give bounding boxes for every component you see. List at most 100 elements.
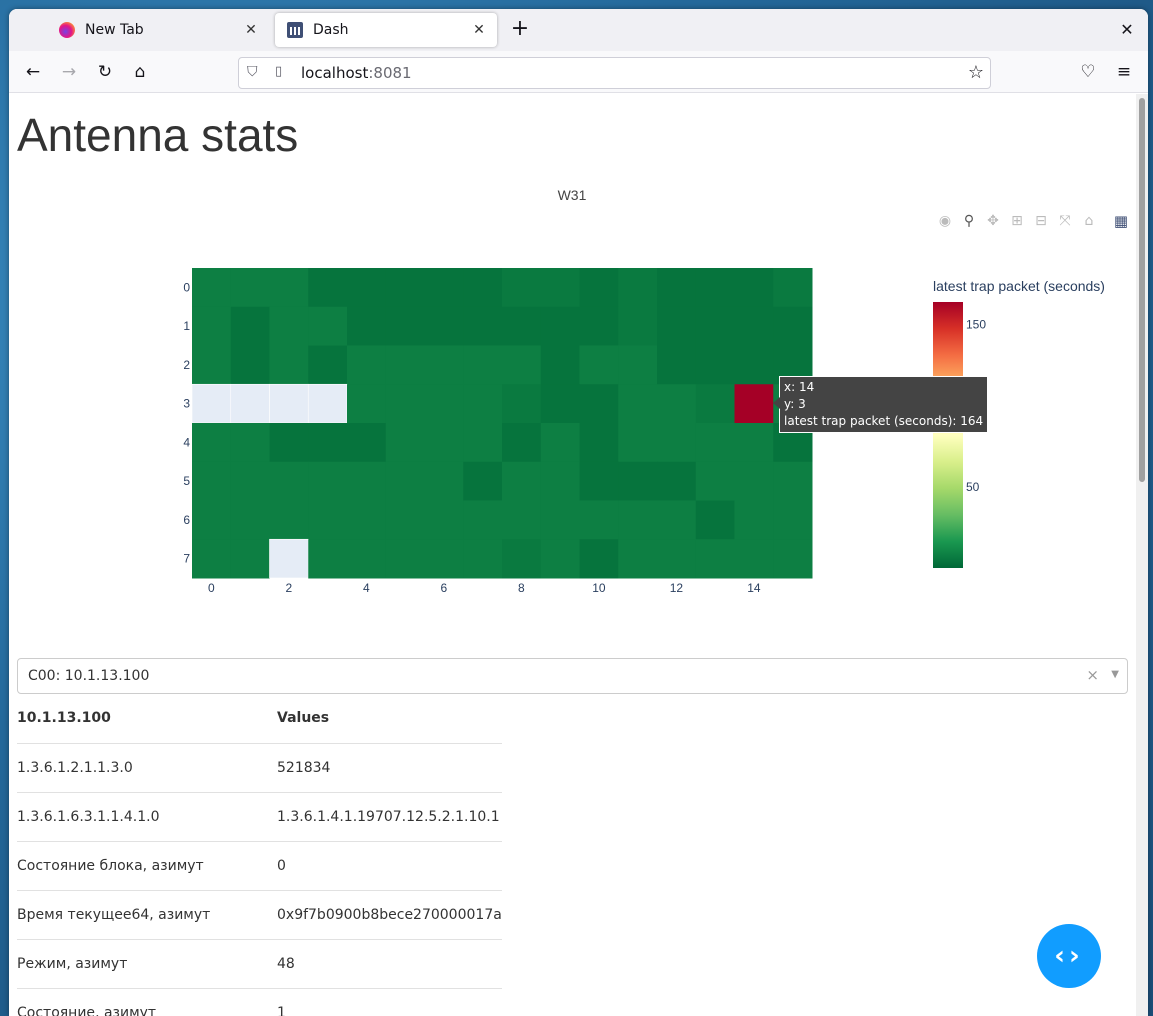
heatmap-cell[interactable] xyxy=(773,306,813,346)
heatmap-cell[interactable] xyxy=(385,539,425,579)
heatmap-cell[interactable] xyxy=(192,306,232,346)
heatmap-cell[interactable] xyxy=(192,423,232,463)
heatmap-cell[interactable] xyxy=(502,345,542,385)
heatmap-cell[interactable] xyxy=(657,423,697,463)
heatmap-cell[interactable] xyxy=(502,539,542,579)
heatmap-cell[interactable] xyxy=(230,268,270,308)
vertical-scrollbar[interactable] xyxy=(1136,94,1148,1016)
heatmap-cell[interactable] xyxy=(424,461,464,501)
heatmap-cell[interactable] xyxy=(192,268,232,308)
heatmap-cell[interactable] xyxy=(347,306,387,346)
heatmap-cell[interactable] xyxy=(424,345,464,385)
heatmap-cell[interactable] xyxy=(695,345,735,385)
heatmap-cell[interactable] xyxy=(424,500,464,540)
heatmap-cell[interactable] xyxy=(385,500,425,540)
heatmap-cell[interactable] xyxy=(734,500,774,540)
heatmap-cell[interactable] xyxy=(308,500,348,540)
new-tab-button[interactable]: + xyxy=(507,17,533,43)
heatmap-cell[interactable] xyxy=(657,539,697,579)
heatmap-cell[interactable] xyxy=(347,384,387,424)
heatmap-cell[interactable] xyxy=(618,461,658,501)
heatmap-cell[interactable] xyxy=(269,423,309,463)
heatmap-cell[interactable] xyxy=(773,461,813,501)
heatmap-cell[interactable] xyxy=(618,384,658,424)
autoscale-icon[interactable]: ⤧ xyxy=(1056,212,1074,230)
heatmap-cell[interactable] xyxy=(502,268,542,308)
heatmap-cell[interactable] xyxy=(540,306,580,346)
heatmap-cell[interactable] xyxy=(230,306,270,346)
heatmap-cell[interactable] xyxy=(579,306,619,346)
heatmap-cell[interactable] xyxy=(192,539,232,579)
heatmap-cell[interactable] xyxy=(424,423,464,463)
heatmap-cell[interactable] xyxy=(618,345,658,385)
tab-dash[interactable]: Dash ✕ xyxy=(275,13,497,47)
heatmap-cell[interactable] xyxy=(579,461,619,501)
heatmap-cell[interactable] xyxy=(695,461,735,501)
chevron-down-icon[interactable]: ▼ xyxy=(1111,669,1119,680)
heatmap-cell[interactable] xyxy=(463,423,503,463)
heatmap-cell[interactable] xyxy=(502,423,542,463)
heatmap-cell[interactable] xyxy=(424,539,464,579)
reload-icon[interactable]: ↻ xyxy=(91,59,119,85)
pocket-icon[interactable]: ♡ xyxy=(1074,59,1102,85)
heatmap-cell[interactable] xyxy=(269,461,309,501)
heatmap-cell[interactable] xyxy=(230,461,270,501)
heatmap-cell[interactable] xyxy=(347,268,387,308)
heatmap-cell[interactable] xyxy=(502,306,542,346)
heatmap-cell[interactable] xyxy=(773,539,813,579)
heatmap-cell[interactable] xyxy=(308,539,348,579)
heatmap-cell[interactable] xyxy=(463,268,503,308)
heatmap-cell[interactable] xyxy=(347,345,387,385)
heatmap-cell[interactable] xyxy=(463,345,503,385)
heatmap-cell[interactable] xyxy=(385,461,425,501)
heatmap-cell[interactable] xyxy=(308,423,348,463)
heatmap-cell[interactable] xyxy=(192,345,232,385)
window-close-icon[interactable]: ✕ xyxy=(1116,19,1138,41)
heatmap-cell[interactable] xyxy=(230,345,270,385)
heatmap-cell[interactable] xyxy=(579,423,619,463)
heatmap-cell[interactable] xyxy=(269,345,309,385)
heatmap-cell[interactable] xyxy=(579,345,619,385)
camera-icon[interactable]: ◉ xyxy=(936,212,954,230)
heatmap-cell[interactable] xyxy=(618,306,658,346)
heatmap-cell[interactable] xyxy=(734,384,774,424)
heatmap-cell[interactable] xyxy=(308,345,348,385)
heatmap-cell[interactable] xyxy=(540,384,580,424)
heatmap-cell[interactable] xyxy=(657,384,697,424)
heatmap-cell[interactable] xyxy=(540,345,580,385)
heatmap-cell[interactable] xyxy=(734,345,774,385)
pan-icon[interactable]: ✥ xyxy=(984,212,1002,230)
heatmap-cell[interactable] xyxy=(657,461,697,501)
shield-icon[interactable]: ⛉ xyxy=(247,64,263,82)
heatmap-cell[interactable] xyxy=(269,306,309,346)
heatmap-cell[interactable] xyxy=(385,306,425,346)
heatmap-cell[interactable] xyxy=(695,539,735,579)
clear-icon[interactable]: × xyxy=(1086,666,1099,684)
heatmap-cell[interactable] xyxy=(540,268,580,308)
heatmap-cell[interactable] xyxy=(308,268,348,308)
heatmap-cell[interactable] xyxy=(424,384,464,424)
dash-debug-button[interactable]: ‹› xyxy=(1037,924,1101,988)
reset-axes-icon[interactable]: ⌂ xyxy=(1080,212,1098,230)
url-bar[interactable]: ⛉ ▯ localhost:8081 ☆ xyxy=(238,57,991,89)
heatmap-cell[interactable] xyxy=(502,461,542,501)
heatmap-cell[interactable] xyxy=(463,306,503,346)
heatmap-cell[interactable] xyxy=(463,461,503,501)
heatmap-cell[interactable] xyxy=(618,423,658,463)
heatmap-cell[interactable] xyxy=(308,461,348,501)
tab-new-tab[interactable]: New Tab ✕ xyxy=(47,13,269,47)
heatmap-cell[interactable] xyxy=(695,500,735,540)
heatmap-cell[interactable] xyxy=(579,500,619,540)
heatmap-cell[interactable] xyxy=(695,384,735,424)
heatmap-cell[interactable] xyxy=(657,306,697,346)
menu-icon[interactable]: ≡ xyxy=(1110,59,1138,85)
plotly-logo-icon[interactable]: ▦ xyxy=(1112,212,1130,230)
heatmap-cell[interactable] xyxy=(385,345,425,385)
heatmap-cell[interactable] xyxy=(463,384,503,424)
url-text[interactable]: localhost:8081 xyxy=(301,64,412,82)
heatmap-cell[interactable] xyxy=(657,268,697,308)
heatmap-cell[interactable] xyxy=(657,345,697,385)
heatmap-cell[interactable] xyxy=(230,423,270,463)
heatmap-cell[interactable] xyxy=(230,500,270,540)
scrollbar-thumb[interactable] xyxy=(1139,98,1145,482)
